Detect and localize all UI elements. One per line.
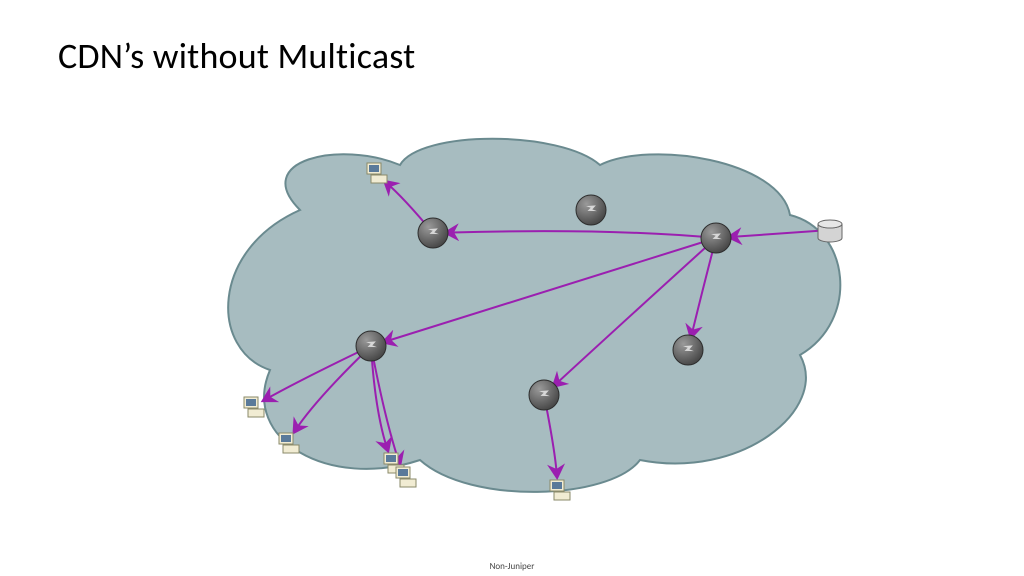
router-icon bbox=[356, 331, 386, 361]
router-icon bbox=[418, 218, 448, 248]
router-icon bbox=[673, 335, 703, 365]
router-icon bbox=[576, 195, 606, 225]
computer-icon bbox=[396, 467, 416, 487]
server-icon bbox=[818, 220, 842, 242]
router-icon bbox=[529, 380, 559, 410]
router-icon bbox=[701, 223, 731, 253]
network-cloud bbox=[228, 139, 840, 492]
footer-label: Non-Juniper bbox=[0, 561, 1024, 572]
computer-icon bbox=[244, 397, 264, 417]
diagram-canvas bbox=[0, 0, 1024, 576]
